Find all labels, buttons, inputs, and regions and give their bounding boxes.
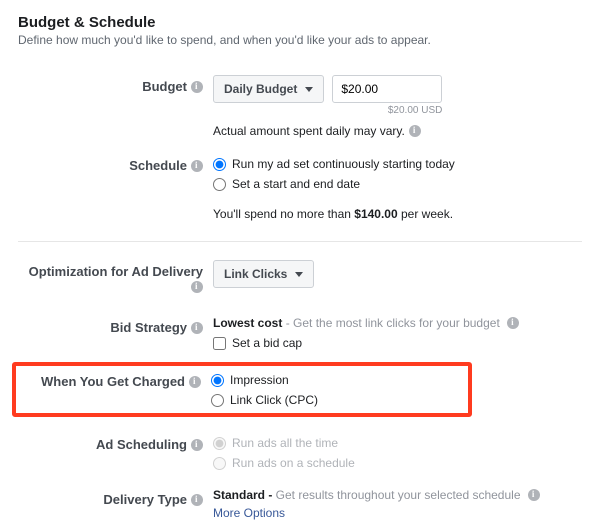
chevron-down-icon <box>305 87 313 92</box>
info-icon[interactable] <box>191 281 203 293</box>
optimization-label: Optimization for Ad Delivery <box>18 258 213 294</box>
section-subtitle: Define how much you'd like to spend, and… <box>18 33 582 47</box>
optimization-dropdown[interactable]: Link Clicks <box>213 260 314 288</box>
schedule-label: Schedule <box>18 152 213 173</box>
weekly-spend-note: You'll spend no more than $140.00 per we… <box>213 207 582 221</box>
info-icon[interactable] <box>528 489 540 501</box>
ad-scheduling-schedule-radio: Run ads on a schedule <box>213 456 582 470</box>
info-icon[interactable] <box>191 160 203 172</box>
info-icon[interactable] <box>191 439 203 451</box>
section-title: Budget & Schedule <box>18 14 582 31</box>
ad-scheduling-label: Ad Scheduling <box>18 431 213 452</box>
divider <box>18 241 582 242</box>
info-icon[interactable] <box>507 317 519 329</box>
budget-usd-note: $20.00 USD <box>388 105 442 116</box>
schedule-range-radio[interactable]: Set a start and end date <box>213 177 582 191</box>
info-icon[interactable] <box>409 125 421 137</box>
info-icon[interactable] <box>191 322 203 334</box>
more-options-link[interactable]: More Options <box>213 506 285 520</box>
charge-label: When You Get Charged <box>16 370 211 409</box>
info-icon[interactable] <box>189 376 201 388</box>
bid-strategy-label: Bid Strategy <box>18 314 213 335</box>
budget-amount-input[interactable] <box>332 75 442 103</box>
delivery-type-value: Standard - Get results throughout your s… <box>213 488 582 502</box>
budget-vary-note: Actual amount spent daily may vary. <box>213 124 582 138</box>
charge-highlight-box: When You Get Charged Impression Link Cli… <box>12 362 472 417</box>
bid-cap-checkbox[interactable]: Set a bid cap <box>213 336 582 350</box>
chevron-down-icon <box>295 272 303 277</box>
info-icon[interactable] <box>191 81 203 93</box>
schedule-continuous-radio[interactable]: Run my ad set continuously starting toda… <box>213 157 582 171</box>
budget-type-dropdown[interactable]: Daily Budget <box>213 75 324 103</box>
charge-impression-radio[interactable]: Impression <box>211 373 462 387</box>
ad-scheduling-all-radio: Run ads all the time <box>213 436 582 450</box>
delivery-type-label: Delivery Type <box>18 486 213 507</box>
budget-label: Budget <box>18 73 213 94</box>
bid-strategy-value: Lowest cost - Get the most link clicks f… <box>213 316 582 330</box>
charge-cpc-radio[interactable]: Link Click (CPC) <box>211 393 462 407</box>
info-icon[interactable] <box>191 494 203 506</box>
